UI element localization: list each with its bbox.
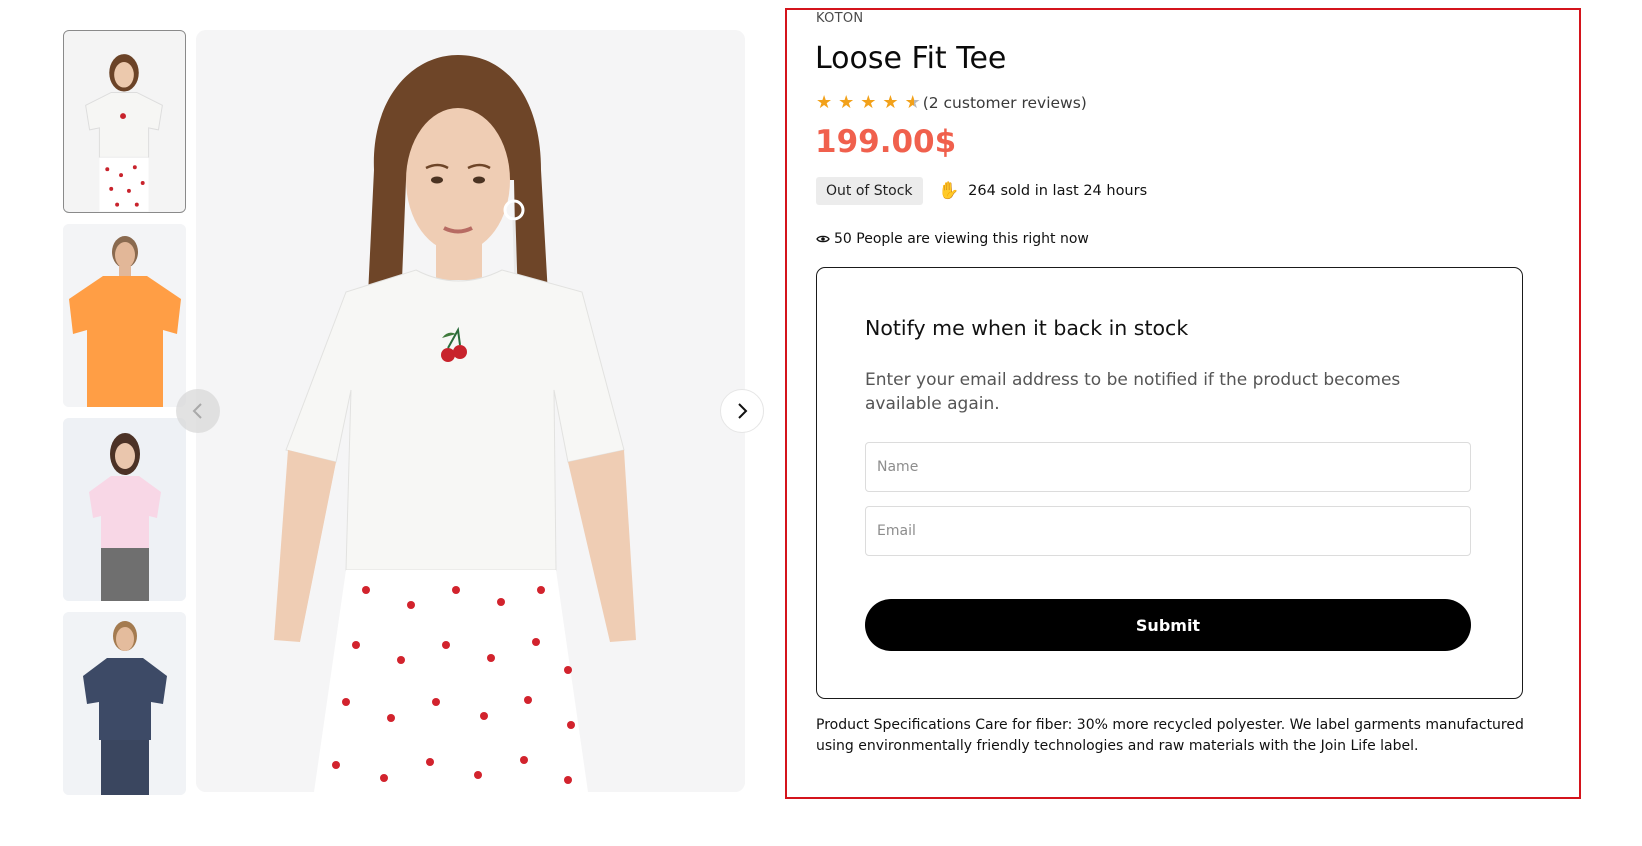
prev-image-button[interactable] — [176, 389, 220, 433]
chevron-left-icon — [192, 403, 202, 419]
star-icon: ★ — [838, 92, 855, 113]
thumbnail-navy-tee[interactable] — [63, 612, 186, 795]
product-price: 199.00$ — [815, 124, 957, 160]
name-input[interactable] — [865, 442, 1471, 492]
thumbnail-pink-tee[interactable] — [63, 418, 186, 601]
stock-status-badge: Out of Stock — [816, 177, 923, 205]
model-image — [196, 30, 745, 792]
model-image — [63, 418, 186, 601]
star-icon: ★ — [882, 92, 899, 113]
eye-icon — [816, 235, 830, 243]
notify-description: Enter your email address to be notified … — [865, 370, 1401, 414]
next-image-button[interactable] — [720, 389, 764, 433]
submit-button[interactable]: Submit — [865, 599, 1471, 651]
product-specifications: Product Specifications Care for fiber: 3… — [816, 717, 1524, 754]
main-product-image — [196, 30, 745, 792]
product-rating: ★ ★ ★ ★ ★ (2 customer reviews) — [816, 94, 1087, 113]
sold-text: 264 sold in last 24 hours — [968, 183, 1148, 199]
model-image — [63, 612, 186, 795]
thumbnail-orange-tee[interactable] — [63, 224, 186, 407]
viewers-count: 50 People are viewing this right now — [816, 231, 1089, 247]
viewers-text: 50 People are viewing this right now — [834, 231, 1089, 247]
notify-form: Notify me when it back in stock Enter yo… — [816, 267, 1523, 699]
product-brand[interactable]: KOTON — [816, 11, 863, 26]
chevron-right-icon — [738, 403, 748, 419]
star-icon: ★ — [860, 92, 877, 113]
email-input[interactable] — [865, 506, 1471, 556]
rating-stars: ★ ★ ★ ★ ★ — [816, 94, 921, 112]
star-icon: ★ — [816, 92, 833, 113]
model-image — [64, 31, 185, 212]
reviews-link[interactable]: (2 customer reviews) — [923, 94, 1087, 112]
notify-title: Notify me when it back in stock — [865, 316, 1189, 340]
model-image — [63, 224, 186, 407]
sold-count: ✋ 264 sold in last 24 hours — [938, 181, 1147, 201]
hand-icon: ✋ — [938, 181, 960, 201]
thumbnail-white-tee[interactable] — [63, 30, 186, 213]
product-title: Loose Fit Tee — [815, 41, 1007, 76]
star-half-icon: ★ — [904, 92, 921, 113]
